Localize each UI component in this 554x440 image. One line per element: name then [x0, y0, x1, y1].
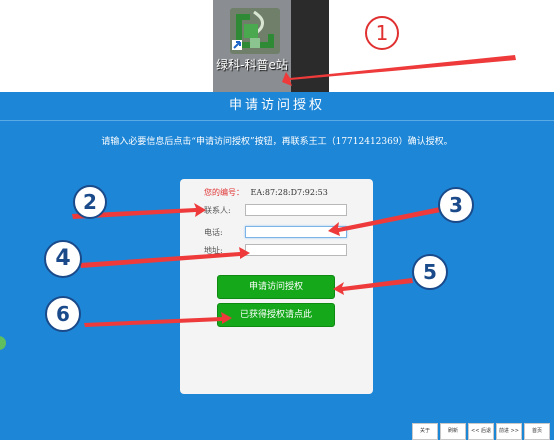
callout-2: 2 — [73, 185, 107, 219]
contact-input[interactable] — [245, 204, 347, 216]
already-authorized-button[interactable]: 已获得授权请点此 — [217, 303, 335, 327]
nav-refresh-button[interactable]: 刷新 — [440, 423, 466, 440]
shortcut-label: 绿科-科普e站 — [216, 58, 288, 72]
address-label: 地址: — [204, 246, 223, 255]
phone-label: 电话: — [204, 228, 223, 237]
app-icon — [230, 8, 280, 54]
side-handle[interactable] — [0, 336, 6, 350]
device-id-label: 您的编号： — [204, 188, 244, 197]
callout-6: 6 — [45, 296, 81, 332]
callout-4: 4 — [44, 240, 82, 278]
phone-input[interactable] — [245, 226, 347, 238]
nav-forward-button[interactable]: 前进 >> — [496, 423, 522, 440]
instruction-text: 请输入必要信息后点击“申请访问授权”按钮，再联系王工（17712412369）确… — [101, 137, 453, 147]
nav-back-button[interactable]: << 后退 — [468, 423, 494, 440]
apply-access-button[interactable]: 申请访问授权 — [217, 275, 335, 299]
nav-about-button[interactable]: 关于 — [412, 423, 438, 440]
contact-label: 联系人: — [204, 206, 231, 215]
callout-1: 1 — [365, 16, 399, 50]
device-id-value: EA:87:28:D7:92:53 — [250, 188, 328, 197]
app-window: 申请访问授权 请输入必要信息后点击“申请访问授权”按钮，再联系王工（177124… — [0, 92, 554, 440]
window-title: 申请访问授权 — [0, 92, 554, 121]
nav-home-button[interactable]: 首页 — [524, 423, 550, 440]
desktop: 绿科-科普e站 — [0, 0, 554, 92]
background-photo — [291, 0, 329, 92]
desktop-shortcut[interactable]: 绿科-科普e站 — [213, 0, 291, 92]
device-id-row: 您的编号： EA:87:28:D7:92:53 — [204, 187, 328, 198]
auth-form: 您的编号： EA:87:28:D7:92:53 联系人: 电话: 地址: 申请访… — [180, 179, 373, 394]
callout-5: 5 — [412, 254, 448, 290]
address-input[interactable] — [245, 244, 347, 256]
callout-3: 3 — [438, 187, 474, 223]
